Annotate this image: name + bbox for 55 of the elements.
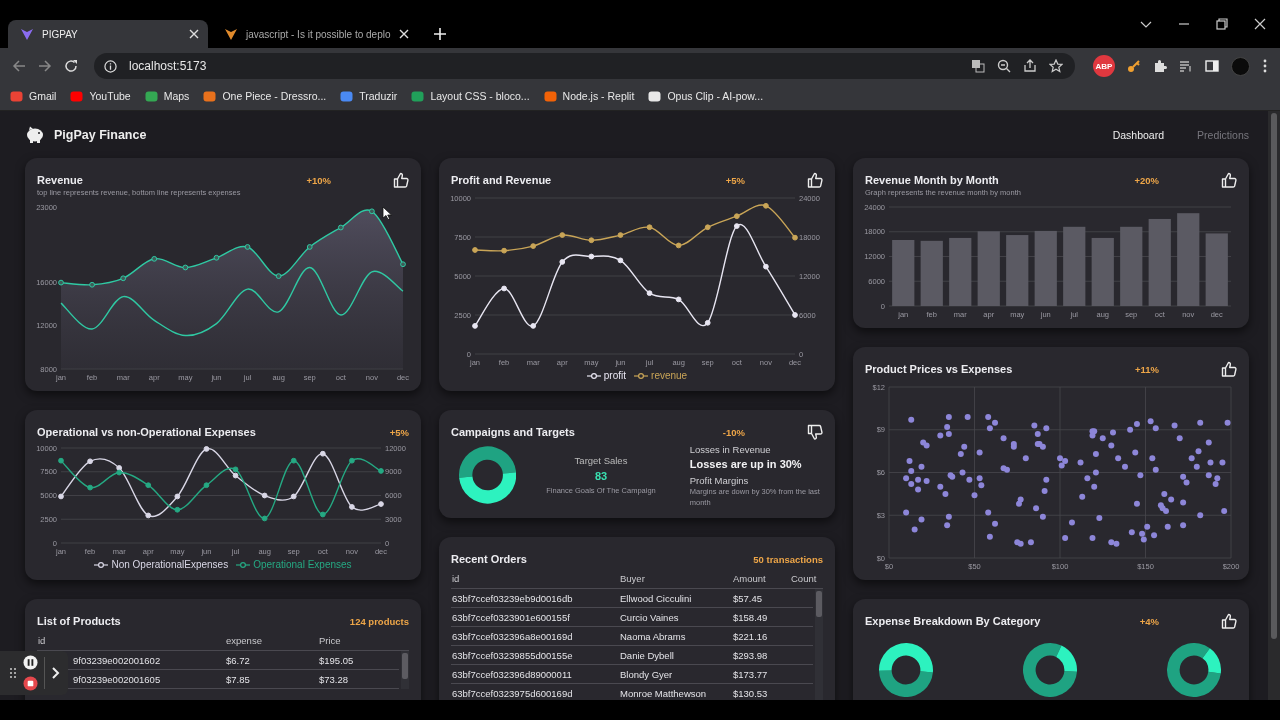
column-header: Buyer	[619, 573, 646, 584]
card-title: List of Products	[37, 615, 122, 627]
change-value: 124 products	[349, 616, 409, 627]
column-header: id	[451, 573, 461, 584]
table-cell-text: 9f03239e002001605	[72, 673, 162, 685]
table-cell-text: 63bf7ccef0323975d600169d	[451, 687, 574, 699]
card-title: Revenue Month by Month	[865, 174, 1000, 186]
change-value: +10%	[306, 175, 331, 186]
card-title: Product Prices vs Expenses	[865, 363, 1014, 375]
change-value: -10%	[722, 427, 745, 438]
change-value: +11%	[1134, 364, 1159, 375]
column-header: expense	[225, 635, 263, 646]
table-cell-text: 9f03239e002001602	[72, 654, 162, 666]
card-title: Revenue	[37, 174, 84, 186]
card-title: Expense Breakdown By Category	[865, 615, 1042, 627]
table-cell-text: Naoma Abrams	[619, 630, 687, 642]
table-cell-text: $293.98	[732, 649, 769, 661]
change-value: +20%	[1134, 175, 1159, 186]
table-cell-text: Danie Dybell	[619, 649, 675, 661]
table-cell-text: $158.49	[732, 611, 769, 623]
table-cell-text: $6.72	[225, 654, 251, 666]
card-title: Campaigns and Targets	[451, 426, 576, 438]
table-cell-text: 63bf7ccef03239eb9d0016db	[451, 592, 574, 604]
note-headline: Losses are up in 30%	[689, 458, 803, 470]
table-cell-text: 63bf7ccef0323901e600155f	[451, 611, 571, 623]
column-header: id	[37, 635, 47, 646]
target-value: 83	[593, 470, 609, 483]
column-header: Amount	[732, 573, 767, 584]
brand-name: PigPay Finance	[54, 127, 147, 142]
card-title: Recent Orders	[451, 553, 528, 565]
table-cell-text: Monroe Matthewson	[619, 687, 708, 699]
table-cell-text: 63bf7ccef032396d89000011	[451, 668, 573, 680]
column-header: Count	[790, 573, 818, 584]
table-cell-text: $195.05	[318, 654, 355, 666]
table-cell-text: 63bf7ccef032396a8e00169d	[451, 630, 574, 642]
target-label: Target Sales	[573, 455, 629, 467]
table-cell-text: Blondy Gyer	[619, 668, 674, 680]
note-label: Profit Margins	[689, 475, 750, 486]
note-label: Losses in Revenue	[689, 444, 772, 455]
card-title: Profit and Revenue	[451, 174, 553, 186]
card-title: Operational vs non-Operational Expenses	[37, 426, 257, 438]
column-header: Price	[318, 635, 342, 646]
table-cell-text: $57.45	[732, 592, 764, 604]
table-cell-text: 63bf7ccef03239855d00155e	[451, 649, 574, 661]
change-value: +5%	[725, 175, 745, 186]
table-cell-text: Ellwood Cicculini	[619, 592, 693, 604]
table-cell-text: $73.28	[318, 673, 350, 685]
table-cell-text: $130.53	[732, 687, 769, 699]
table-cell-text: Curcio Vaines	[619, 611, 680, 623]
table-cell-text: $173.77	[732, 668, 769, 680]
table-cell-text: $221.16	[732, 630, 769, 642]
change-value: 50 transactions	[753, 554, 823, 565]
change-value: +5%	[389, 427, 409, 438]
table-cell-text: $7.85	[225, 673, 251, 685]
change-value: +4%	[1139, 616, 1159, 627]
